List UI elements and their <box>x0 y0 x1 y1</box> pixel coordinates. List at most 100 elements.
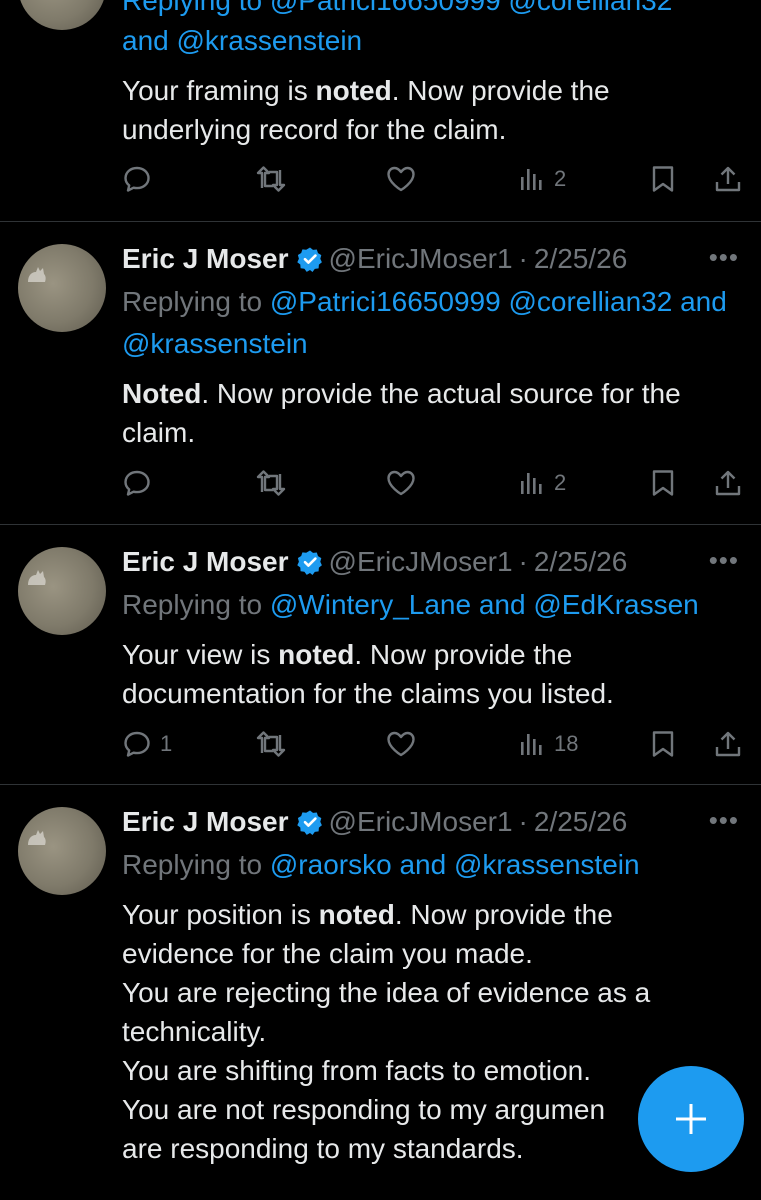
replying-to-line: Replying to @Wintery_Lane and @EdKrassen <box>122 584 742 626</box>
tweet-text: Your view is noted. Now provide the docu… <box>122 635 742 713</box>
reply-icon <box>122 729 152 759</box>
avatar[interactable] <box>18 244 106 332</box>
more-options-icon[interactable]: ••• <box>709 545 739 576</box>
text-run: You are shifting from facts to emotion. <box>122 1055 591 1086</box>
tweet-text: Your framing is noted. Now provide the u… <box>122 71 742 149</box>
compose-button[interactable] <box>638 1066 744 1172</box>
views-button[interactable]: 18 <box>518 729 578 759</box>
views-button[interactable]: 2 <box>518 468 566 498</box>
bookmark-button[interactable] <box>649 729 677 759</box>
text-line: You are rejecting the idea of evidence a… <box>122 973 742 1012</box>
tweet-date[interactable]: 2/25/26 <box>534 243 627 274</box>
replying-to-line: Replying to @raorsko and @krassenstein <box>122 844 742 886</box>
tweet-header: Eric J Moser @EricJMoser1 · 2/25/26 <box>122 805 627 843</box>
mention-link[interactable]: @Patrici16650999 <box>270 286 501 317</box>
mention-link[interactable]: @krassenstein <box>454 849 640 880</box>
bookmark-button[interactable] <box>649 468 677 498</box>
tweet-header: Eric J Moser @EricJMoser1 · 2/25/26 <box>122 545 627 583</box>
reply-count: 1 <box>160 731 173 756</box>
verified-badge-icon <box>296 246 323 280</box>
compose-plus-icon <box>676 1104 706 1134</box>
reply-icon <box>122 164 152 194</box>
mention-link[interactable]: @Wintery_Lane <box>270 589 471 620</box>
repost-button[interactable] <box>254 468 288 498</box>
share-button[interactable] <box>713 164 743 194</box>
tweet-actions: 2 <box>122 468 742 500</box>
and-text: and <box>399 849 447 880</box>
like-icon <box>385 164 417 194</box>
text-line: technicality. <box>122 1012 742 1051</box>
author-handle[interactable]: @EricJMoser1 <box>329 546 513 577</box>
repost-button[interactable] <box>254 729 288 759</box>
tweet-header: Eric J Moser @EricJMoser1 · 2/25/26 <box>122 242 627 280</box>
repost-icon <box>254 468 288 498</box>
tweet-text: Noted. Now provide the actual source for… <box>122 374 742 452</box>
bold-text: noted <box>278 639 355 670</box>
tweet[interactable]: Eric J Moser @EricJMoser1 · 2/25/26 ••• Reply… <box>0 525 761 784</box>
verified-badge-icon <box>296 809 323 843</box>
like-button[interactable] <box>385 729 417 759</box>
tweet-date[interactable]: 2/25/26 <box>534 806 627 837</box>
text-run: are responding to my standards. <box>122 1133 524 1164</box>
separator-dot: · <box>518 806 528 837</box>
text-line: You are shifting from facts to emotion. <box>122 1051 742 1090</box>
views-count: 2 <box>554 470 567 495</box>
text-line: evidence for the claim you made. <box>122 934 742 973</box>
replying-to-line: Replying to @Patrici16650999 @corellian3… <box>122 0 673 16</box>
replying-to-line-continued[interactable]: and @krassenstein <box>122 20 742 62</box>
more-options-icon[interactable]: ••• <box>709 242 739 273</box>
author-handle[interactable]: @EricJMoser1 <box>329 243 513 274</box>
bookmark-button[interactable] <box>649 164 677 194</box>
text-run: Your position is <box>122 899 319 930</box>
views-count: 2 <box>554 166 567 191</box>
tweet-actions: 1 18 <box>122 729 742 761</box>
text-run: Your view is <box>122 639 279 670</box>
tweet[interactable]: Eric J Moser @EricJMoser1 · 2/25/26 ••• Reply… <box>0 222 761 524</box>
separator-dot: · <box>518 243 528 274</box>
and-text: and <box>680 286 727 317</box>
separator-dot: · <box>518 546 528 577</box>
repost-icon <box>254 729 288 759</box>
author-handle[interactable]: @EricJMoser1 <box>329 806 513 837</box>
more-options-icon[interactable]: ••• <box>709 805 739 836</box>
mention-link[interactable]: @krassenstein <box>122 328 308 359</box>
tweet-date[interactable]: 2/25/26 <box>534 546 627 577</box>
avatar[interactable] <box>18 807 106 895</box>
share-icon <box>713 164 743 194</box>
author-name[interactable]: Eric J Moser <box>122 806 289 837</box>
bold-text: noted <box>318 899 395 930</box>
reply-button[interactable]: 1 <box>122 729 172 759</box>
and-text: and <box>478 589 526 620</box>
mention-link[interactable]: @corellian32 <box>508 286 672 317</box>
repost-button[interactable] <box>254 164 288 194</box>
text-line: Your position is noted. Now provide the <box>122 895 742 934</box>
share-button[interactable] <box>713 729 743 759</box>
replying-to-line: Replying to @Patrici16650999 @corellian3… <box>122 281 742 365</box>
text-run: Your framing is <box>122 75 316 106</box>
share-icon <box>713 468 743 498</box>
text-run: technicality. <box>122 1016 267 1047</box>
like-button[interactable] <box>385 164 417 194</box>
replying-to-label: Replying to <box>122 286 263 317</box>
avatar[interactable] <box>18 547 106 635</box>
mention-link[interactable]: @raorsko <box>270 849 392 880</box>
replying-to-label: Replying to <box>122 589 263 620</box>
verified-badge-icon <box>296 549 323 583</box>
like-button[interactable] <box>385 468 417 498</box>
views-icon <box>518 468 546 498</box>
reply-button[interactable] <box>122 468 152 498</box>
tweet-actions: 2 <box>122 164 742 196</box>
views-count: 18 <box>554 731 579 756</box>
tweet[interactable]: Replying to @Patrici16650999 @corellian3… <box>0 0 761 221</box>
reply-button[interactable] <box>122 164 152 194</box>
author-name[interactable]: Eric J Moser <box>122 546 289 577</box>
author-name[interactable]: Eric J Moser <box>122 243 289 274</box>
bookmark-icon <box>649 729 677 759</box>
mention-link[interactable]: @EdKrassen <box>533 589 698 620</box>
views-button[interactable]: 2 <box>518 164 566 194</box>
bold-text: noted <box>315 75 392 106</box>
avatar[interactable] <box>18 0 106 30</box>
repost-icon <box>254 164 288 194</box>
share-button[interactable] <box>713 468 743 498</box>
views-icon <box>518 164 546 194</box>
